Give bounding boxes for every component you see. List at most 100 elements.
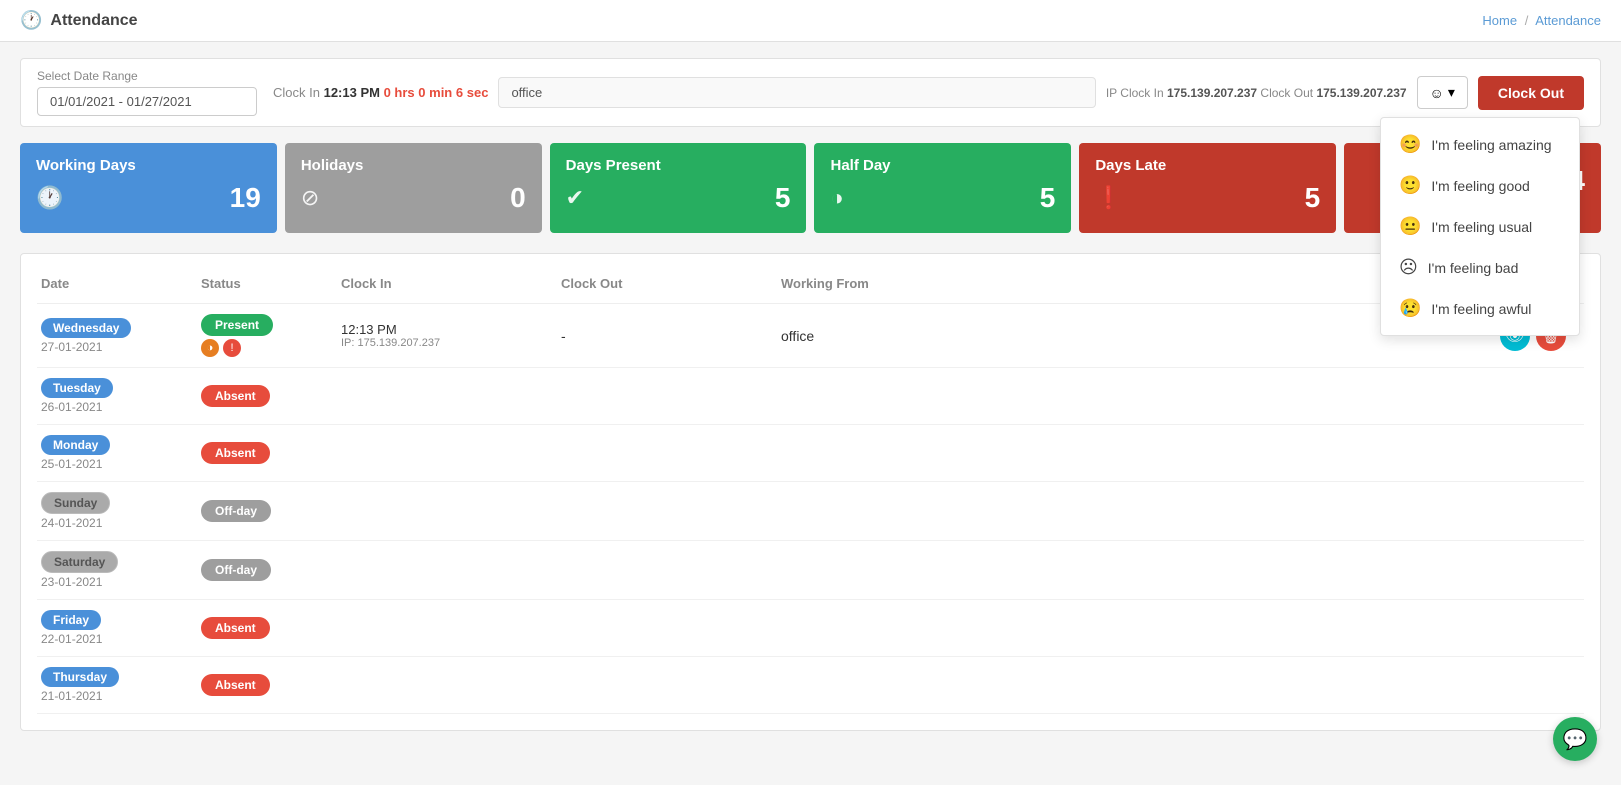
- status-badge: Off-day: [201, 559, 271, 581]
- mood-option[interactable]: 🙂 I'm feeling good: [1381, 165, 1579, 206]
- stat-card-value: 5: [1305, 182, 1321, 214]
- mood-option-label: I'm feeling good: [1431, 178, 1529, 194]
- stat-card-icon: ◑: [830, 185, 843, 211]
- stat-card-icon: 🕐: [36, 185, 63, 211]
- table-cell-clock-out: -: [561, 328, 781, 344]
- mood-option-label: I'm feeling bad: [1428, 260, 1519, 276]
- table-cell-status: Present ◑ !: [201, 314, 341, 357]
- location-input[interactable]: [498, 77, 1095, 108]
- page-title: Attendance: [50, 12, 137, 30]
- stat-card-half-day: Half Day ◑ 5: [814, 143, 1071, 233]
- stat-card-bottom: ✔ 5: [566, 182, 791, 214]
- table-cell-date: Friday 22-01-2021: [41, 610, 201, 646]
- date-range-input[interactable]: [37, 87, 257, 116]
- day-badge: Sunday: [41, 492, 110, 514]
- clock-out-ip-val: 175.139.207.237: [1316, 86, 1406, 100]
- date-range-section: Select Date Range: [37, 69, 257, 116]
- table-cell-status: Off-day: [201, 500, 341, 522]
- mood-option-label: I'm feeling usual: [1431, 219, 1532, 235]
- table-cell-status: Absent: [201, 617, 341, 639]
- clock-in-min: 0 min: [418, 85, 452, 100]
- mood-dropdown: 😊I'm feeling amazing 🙂 I'm feeling good 😐 I'…: [1380, 117, 1580, 336]
- clock-in-label: Clock In: [273, 85, 320, 100]
- mood-option[interactable]: 😢 I'm feeling awful: [1381, 288, 1579, 329]
- table-cell-date: Sunday 24-01-2021: [41, 492, 201, 530]
- breadcrumb: Home / Attendance: [1482, 13, 1601, 28]
- table-row: Tuesday 26-01-2021 Absent: [37, 368, 1584, 425]
- table-cell-date: Thursday 21-01-2021: [41, 667, 201, 703]
- main-content: Select Date Range Clock In 12:13 PM 0 hr…: [0, 42, 1621, 747]
- top-nav: 🕐 Attendance Home / Attendance: [0, 0, 1621, 42]
- table-cell-status: Off-day: [201, 559, 341, 581]
- stat-card-title: Days Present: [566, 157, 791, 174]
- clock-out-ip-label: Clock Out: [1260, 86, 1313, 100]
- ip-clock-in-label: IP Clock In: [1106, 86, 1164, 100]
- stat-card-bottom: ❗ 5: [1095, 182, 1320, 214]
- table-column-header: Status: [201, 276, 341, 291]
- ip-info: IP Clock In 175.139.207.237 Clock Out 17…: [1106, 86, 1407, 100]
- mood-option-icon: ☹: [1399, 257, 1418, 278]
- day-badge: Thursday: [41, 667, 119, 687]
- mood-option[interactable]: ☹ I'm feeling bad: [1381, 247, 1579, 288]
- table-cell-status: Absent: [201, 442, 341, 464]
- clock-icon: 🕐: [20, 10, 42, 31]
- table-column-header: Clock In: [341, 276, 561, 291]
- day-badge: Friday: [41, 610, 101, 630]
- mood-option[interactable]: 😐 I'm feeling usual: [1381, 206, 1579, 247]
- chat-fab-button[interactable]: 💬: [1553, 717, 1597, 761]
- table-column-header: Date: [41, 276, 201, 291]
- stat-card-days-present: Days Present ✔ 5: [550, 143, 807, 233]
- clock-bar: Select Date Range Clock In 12:13 PM 0 hr…: [20, 58, 1601, 127]
- clock-in-val: 12:13 PM: [341, 322, 561, 337]
- mood-option-label: I'm feeling awful: [1431, 301, 1531, 317]
- day-badge: Tuesday: [41, 378, 113, 398]
- stat-card-icon: ❗: [1095, 185, 1122, 211]
- mood-option-icon: 😢: [1399, 298, 1421, 319]
- table-body: Wednesday 27-01-2021 Present ◑ ! 12:13 P…: [37, 304, 1584, 714]
- stat-card-icon: ⊘: [301, 185, 319, 211]
- mood-option[interactable]: 😊I'm feeling amazing: [1381, 124, 1579, 165]
- date-sub: 27-01-2021: [41, 340, 201, 354]
- clock-out-button[interactable]: Clock Out: [1478, 76, 1584, 110]
- stat-card-days-late: Days Late ❗ 5: [1079, 143, 1336, 233]
- table-cell-status: Absent: [201, 674, 341, 696]
- status-badge: Absent: [201, 674, 270, 696]
- stat-card-bottom: 🕐 19: [36, 182, 261, 214]
- breadcrumb-separator: /: [1525, 13, 1529, 28]
- table-cell-date: Tuesday 26-01-2021: [41, 378, 201, 414]
- ip-clock-in-val: 175.139.207.237: [1167, 86, 1257, 100]
- stats-row: Working Days 🕐 19 Holidays ⊘ 0 Days Pres…: [20, 143, 1601, 233]
- breadcrumb-home[interactable]: Home: [1482, 13, 1517, 28]
- late-icon: !: [223, 339, 241, 357]
- table-header-row: DateStatusClock InClock OutWorking From: [37, 270, 1584, 304]
- stat-card-value: 19: [230, 182, 261, 214]
- table-row: Thursday 21-01-2021 Absent: [37, 657, 1584, 714]
- stat-card-value: 5: [1040, 182, 1056, 214]
- stat-card-title: Half Day: [830, 157, 1055, 174]
- mood-option-icon: 😐: [1399, 216, 1421, 237]
- mood-dropdown-button[interactable]: ☺ ▾: [1417, 76, 1468, 109]
- stat-card-title: Days Late: [1095, 157, 1320, 174]
- breadcrumb-current: Attendance: [1535, 13, 1601, 28]
- stat-card-value: 5: [775, 182, 791, 214]
- table-section: DateStatusClock InClock OutWorking From …: [20, 253, 1601, 731]
- stat-card-value: 0: [510, 182, 526, 214]
- status-badge: Absent: [201, 442, 270, 464]
- mood-dropdown-arrow: ▾: [1448, 84, 1455, 101]
- mood-option-icon: 🙂: [1399, 175, 1421, 196]
- date-sub: 22-01-2021: [41, 632, 201, 646]
- stat-card-holidays: Holidays ⊘ 0: [285, 143, 542, 233]
- table-row: Friday 22-01-2021 Absent: [37, 600, 1584, 657]
- day-badge: Monday: [41, 435, 110, 455]
- day-badge: Wednesday: [41, 318, 131, 338]
- status-badge: Absent: [201, 617, 270, 639]
- mood-icon: ☺: [1430, 85, 1444, 101]
- table-cell-clock-in: 12:13 PM IP: 175.139.207.237: [341, 322, 561, 349]
- table-row: Monday 25-01-2021 Absent: [37, 425, 1584, 482]
- table-row: Sunday 24-01-2021 Off-day: [37, 482, 1584, 541]
- mood-option-label: I'm feeling amazing: [1431, 137, 1551, 153]
- status-badge: Absent: [201, 385, 270, 407]
- table-cell-date: Wednesday 27-01-2021: [41, 318, 201, 354]
- stat-card-working-days: Working Days 🕐 19: [20, 143, 277, 233]
- clock-in-value: 12:13 PM: [324, 85, 380, 100]
